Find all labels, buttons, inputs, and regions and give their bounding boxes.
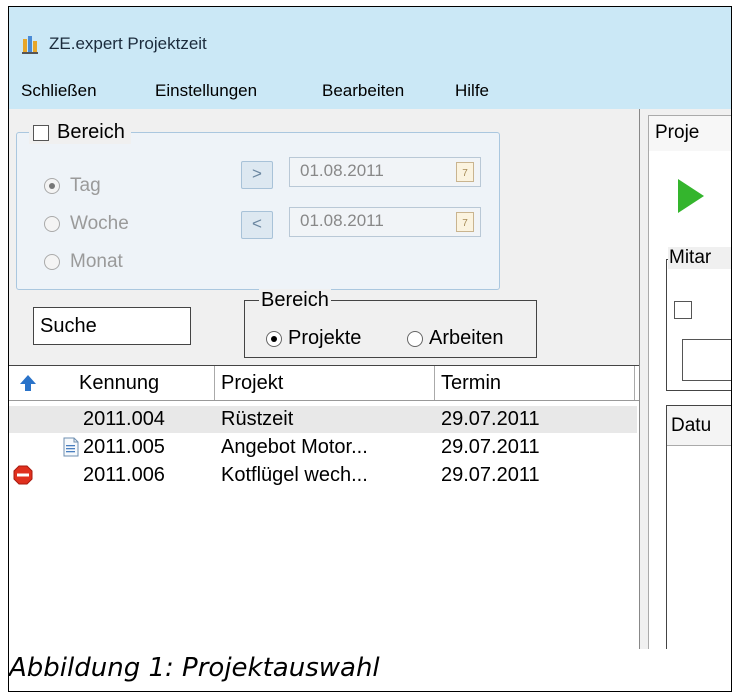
menu-bearbeiten[interactable]: Bearbeiten [322, 81, 404, 101]
employee-group-label: Mitar [668, 247, 731, 269]
radio-tag-label: Tag [70, 175, 101, 196]
radio-arbeiten[interactable]: Arbeiten [407, 327, 504, 350]
employee-checkbox[interactable] [674, 301, 692, 319]
cell-projekt: Kotflügel wech... [221, 464, 368, 486]
scope-group-label: Bereich [259, 289, 331, 312]
range-checkbox[interactable] [33, 124, 49, 141]
column-datum[interactable]: Datu [667, 406, 731, 446]
prev-period-button[interactable]: < [241, 211, 273, 239]
date-to-field[interactable]: 01.08.2011 7 [289, 207, 481, 237]
column-kennung-label: Kennung [79, 372, 160, 394]
cell-kennung: 2011.005 [83, 436, 165, 458]
radio-woche-indicator[interactable] [44, 216, 60, 232]
range-group-toggle[interactable]: Bereich [29, 121, 131, 144]
window-title: ZE.expert Projektzeit [49, 34, 207, 53]
figure-caption: Abbildung 1: Projektauswahl [9, 653, 380, 683]
radio-projekte[interactable]: Projekte [266, 327, 361, 350]
radio-woche[interactable]: Woche [44, 213, 129, 235]
column-termin[interactable]: Termin [435, 366, 635, 400]
employee-input[interactable] [682, 339, 731, 381]
menu-hilfe[interactable]: Hilfe [455, 81, 489, 101]
project-list: Kennung Projekt Termin 2011.004 Rüstzeit… [9, 365, 639, 691]
calendar-icon[interactable]: 7 [456, 162, 474, 182]
radio-arbeiten-indicator[interactable] [407, 330, 423, 347]
caption-bar: Abbildung 1: Projektauswahl [9, 649, 731, 691]
date-from-field[interactable]: 01.08.2011 7 [289, 157, 481, 187]
stop-icon [13, 465, 33, 485]
calendar-icon[interactable]: 7 [456, 212, 474, 232]
right-panel: Proje Mitar Datu [639, 109, 731, 691]
cell-kennung: 2011.004 [83, 408, 165, 430]
next-period-button[interactable]: > [241, 161, 273, 189]
cell-projekt: Rüstzeit [221, 408, 294, 430]
table-row[interactable]: 2011.005 Angebot Motor... 29.07.2011 [9, 434, 637, 461]
cell-termin: 29.07.2011 [441, 464, 540, 486]
radio-woche-label: Woche [70, 213, 129, 234]
radio-monat-label: Monat [70, 251, 123, 272]
project-selection-panel: Bereich Tag Woche Monat > 01.08.2011 7 <… [9, 109, 639, 691]
date-to-value: 01.08.2011 [300, 211, 384, 230]
menu-schliessen[interactable]: Schließen [21, 81, 97, 101]
menu-bar: Schließen Einstellungen Bearbeiten Hilfe [9, 73, 731, 109]
cell-projekt: Angebot Motor... [221, 436, 368, 458]
radio-tag-indicator[interactable] [44, 178, 60, 194]
radio-projekte-indicator[interactable] [266, 330, 282, 347]
radio-tag[interactable]: Tag [44, 175, 101, 197]
cell-termin: 29.07.2011 [441, 436, 540, 458]
app-icon [22, 36, 38, 54]
table-row[interactable]: 2011.006 Kotflügel wech... 29.07.2011 [9, 462, 637, 489]
screenshot-frame: ZE.expert Projektzeit Schließen Einstell… [8, 6, 732, 692]
radio-monat-indicator[interactable] [44, 254, 60, 270]
document-icon [63, 437, 79, 457]
play-icon[interactable] [678, 179, 704, 213]
column-projekt[interactable]: Projekt [215, 366, 435, 400]
menu-einstellungen[interactable]: Einstellungen [155, 81, 257, 101]
cell-termin: 29.07.2011 [441, 408, 540, 430]
column-kennung[interactable]: Kennung [9, 366, 215, 400]
list-header: Kennung Projekt Termin [9, 366, 639, 401]
radio-arbeiten-label: Arbeiten [429, 327, 504, 349]
table-row[interactable]: 2011.004 Rüstzeit 29.07.2011 [9, 406, 637, 433]
radio-projekte-label: Projekte [288, 327, 362, 349]
radio-monat[interactable]: Monat [44, 251, 123, 273]
range-group-label: Bereich [57, 121, 125, 143]
sort-ascending-icon[interactable] [19, 374, 37, 392]
search-input[interactable]: Suche [33, 307, 191, 345]
title-bar: ZE.expert Projektzeit [9, 7, 731, 73]
tab-projekt[interactable]: Proje [648, 115, 731, 151]
date-from-value: 01.08.2011 [300, 161, 384, 180]
cell-kennung: 2011.006 [83, 464, 165, 486]
